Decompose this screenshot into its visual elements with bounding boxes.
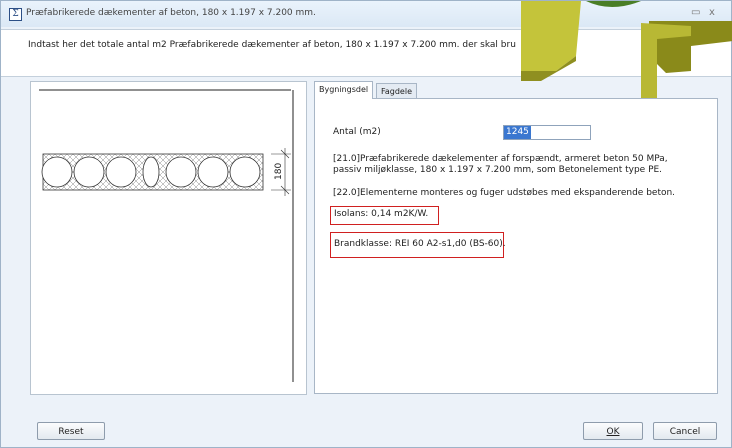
tab-fagdele[interactable]: Fagdele (376, 83, 417, 99)
cancel-button[interactable]: Cancel (653, 422, 717, 440)
quantity-input[interactable]: 1245 (503, 125, 591, 140)
description-21: [21.0]Præfabrikerede dækelementer af for… (333, 154, 713, 176)
description-21-line1: [21.0]Præfabrikerede dækelementer af for… (333, 154, 668, 164)
ok-button[interactable]: OK (583, 422, 643, 440)
instruction-text: Indtast her det totale antal m2 Præfabri… (28, 40, 516, 50)
close-button[interactable]: x (709, 7, 715, 18)
isolans-text: Isolans: 0,14 m2K/W. (334, 209, 429, 219)
tab-panel-bygningsdel: Antal (m2) 1245 [21.0]Præfabrikerede dæk… (314, 98, 718, 394)
window-title: Præfabrikerede dækementer af beton, 180 … (26, 8, 316, 18)
title-bar: Σ Præfabrikerede dækementer af beton, 18… (1, 1, 731, 27)
quantity-value: 1245 (504, 126, 531, 139)
brandklasse-text: Brandklasse: REI 60 A2-s1,d0 (BS-60). (334, 239, 506, 249)
description-21-line2: passiv miljøklasse, 180 x 1.197 x 7.200 … (333, 165, 663, 175)
reset-button[interactable]: Reset (37, 422, 105, 440)
minimize-button[interactable]: ▭ (691, 7, 700, 18)
instruction-bar: Indtast her det totale antal m2 Præfabri… (1, 29, 731, 77)
description-22: [22.0]Elementerne monteres og fuger udst… (333, 188, 676, 198)
tab-bygningsdel[interactable]: Bygningsdel (314, 81, 374, 99)
quantity-label: Antal (m2) (333, 127, 381, 137)
sigma-icon: Σ (9, 8, 22, 21)
section-drawing-panel: 180 (30, 81, 307, 395)
dialog-window: Σ Præfabrikerede dækementer af beton, 18… (0, 0, 732, 448)
dimension-label: 180 (274, 163, 284, 180)
hollow-core-section-drawing: 180 (39, 89, 294, 382)
